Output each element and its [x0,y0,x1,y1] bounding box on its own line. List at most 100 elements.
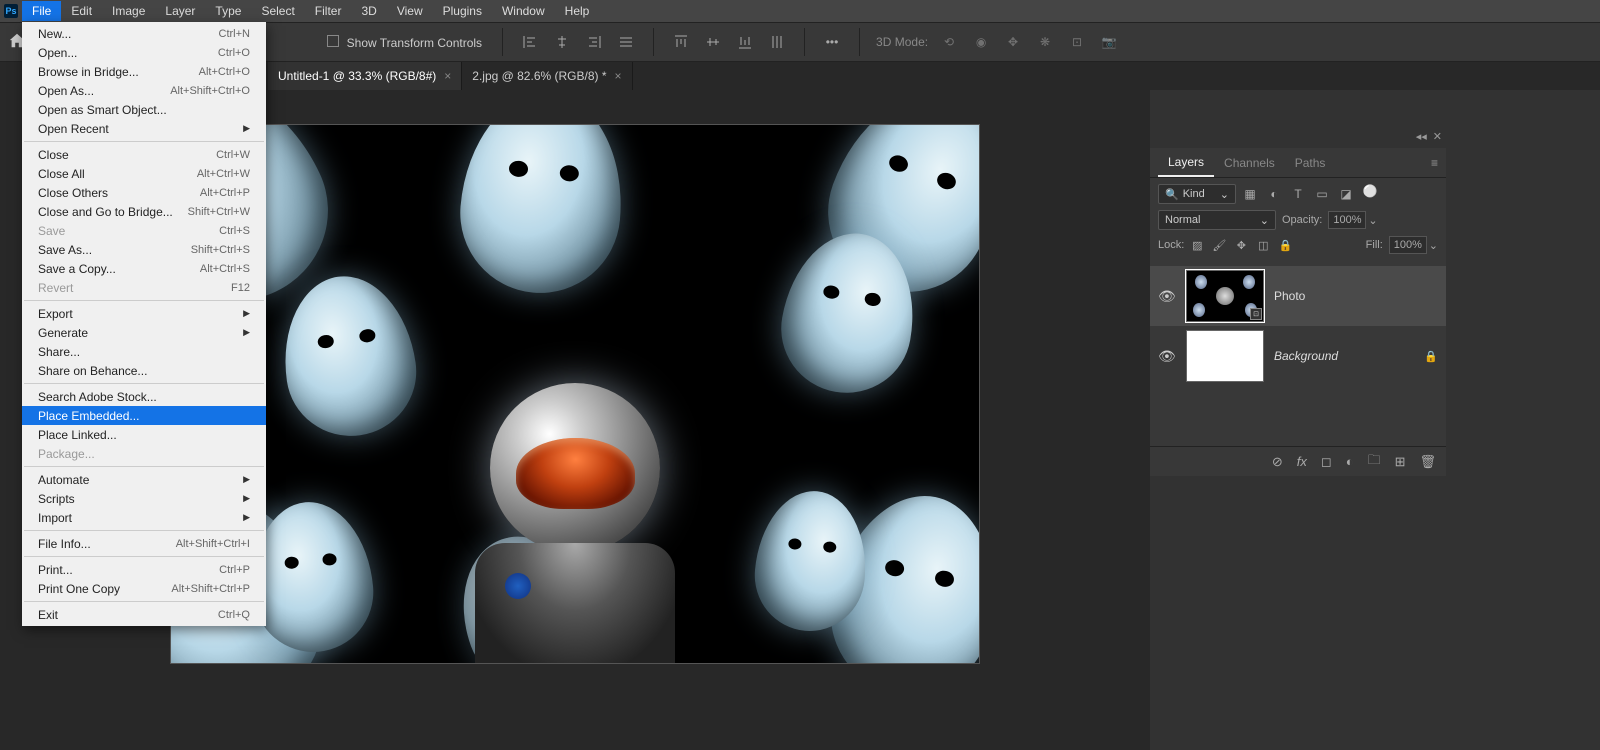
menu-item-close[interactable]: CloseCtrl+W [22,145,266,164]
menu-item-new[interactable]: New...Ctrl+N [22,24,266,43]
filter-type-icon[interactable]: T [1290,186,1306,202]
collapse-icon[interactable]: ◂◂ [1416,130,1427,143]
lock-pixels-icon[interactable]: 🖌 [1212,238,1226,252]
menu-select[interactable]: Select [251,1,304,21]
menu-item-place-linked[interactable]: Place Linked... [22,425,266,444]
layer-mask-icon[interactable]: ◻ [1321,454,1332,470]
menu-file[interactable]: File [22,1,61,21]
menu-item-place-embedded[interactable]: Place Embedded... [22,406,266,425]
layer-thumbnail[interactable]: ⊡ [1186,270,1264,322]
opacity-value[interactable]: 100% [1328,211,1366,229]
menu-item-close-all[interactable]: Close AllAlt+Ctrl+W [22,164,266,183]
menu-help[interactable]: Help [555,1,600,21]
menu-item-share[interactable]: Share... [22,342,266,361]
tab-channels[interactable]: Channels [1214,150,1285,176]
menu-image[interactable]: Image [102,1,155,21]
layer-group-icon[interactable]: 🗀 [1368,451,1381,473]
filter-pixel-icon[interactable]: ▦ [1242,186,1258,202]
shortcut: Ctrl+S [219,225,250,237]
distribute-v-icon[interactable] [766,31,788,53]
visibility-icon[interactable]: 👁 [1158,288,1176,305]
align-middle-icon[interactable] [702,31,724,53]
menu-item-close-others[interactable]: Close OthersAlt+Ctrl+P [22,183,266,202]
align-top-icon[interactable] [670,31,692,53]
lock-position-icon[interactable]: ✥ [1234,238,1248,252]
layer-row-background[interactable]: 👁 Background 🔒 [1150,326,1446,386]
filter-shape-icon[interactable]: ▭ [1314,186,1330,202]
layer-style-icon[interactable]: fx [1297,454,1307,469]
delete-layer-icon[interactable]: 🗑 [1419,454,1436,470]
lock-artboard-icon[interactable]: ◫ [1256,238,1270,252]
separator [804,28,805,56]
document-tab[interactable]: Untitled-1 @ 33.3% (RGB/8#)× [268,62,462,90]
tab-paths[interactable]: Paths [1285,150,1336,176]
adjustment-layer-icon[interactable]: ◐ [1346,454,1354,469]
menu-item-file-info[interactable]: File Info...Alt+Shift+Ctrl+I [22,534,266,553]
menu-item-open-as[interactable]: Open As...Alt+Shift+Ctrl+O [22,81,266,100]
menu-layer[interactable]: Layer [155,1,205,21]
link-layers-icon[interactable]: ⊘ [1272,454,1283,470]
menu-item-print[interactable]: Print...Ctrl+P [22,560,266,579]
layer-row-photo[interactable]: 👁 ⊡ Photo [1150,266,1446,326]
menu-plugins[interactable]: Plugins [433,1,492,21]
menu-item-export[interactable]: Export▶ [22,304,266,323]
menu-view[interactable]: View [387,1,433,21]
document-canvas[interactable] [170,124,980,664]
filter-smart-icon[interactable]: ◪ [1338,186,1354,202]
new-layer-icon[interactable]: ⊞ [1395,454,1406,470]
filter-adjustment-icon[interactable]: ◐ [1266,186,1282,202]
menu-window[interactable]: Window [492,1,555,21]
layer-thumbnail[interactable] [1186,330,1264,382]
menu-item-open-recent[interactable]: Open Recent▶ [22,119,266,138]
visibility-icon[interactable]: 👁 [1158,348,1176,365]
menu-item-print-one-copy[interactable]: Print One CopyAlt+Shift+Ctrl+P [22,579,266,598]
3d-slide-icon[interactable]: ❋ [1034,31,1056,53]
3d-zoom-icon[interactable]: ⊡ [1066,31,1088,53]
3d-roll-icon[interactable]: ◉ [970,31,992,53]
menu-item-open[interactable]: Open...Ctrl+O [22,43,266,62]
menu-item-search-adobe-stock[interactable]: Search Adobe Stock... [22,387,266,406]
chevron-down-icon[interactable]: ⌄ [1429,239,1438,252]
lock-transparency-icon[interactable]: ▨ [1190,238,1204,252]
3d-orbit-icon[interactable]: ⟲ [938,31,960,53]
menu-filter[interactable]: Filter [305,1,352,21]
menu-item-exit[interactable]: ExitCtrl+Q [22,605,266,624]
menu-item-close-and-go-to-bridge[interactable]: Close and Go to Bridge...Shift+Ctrl+W [22,202,266,221]
menu-item-share-on-behance[interactable]: Share on Behance... [22,361,266,380]
menu-item-import[interactable]: Import▶ [22,508,266,527]
menu-item-save-a-copy[interactable]: Save a Copy...Alt+Ctrl+S [22,259,266,278]
menu-item-save-as[interactable]: Save As...Shift+Ctrl+S [22,240,266,259]
layer-filter-kind[interactable]: 🔍 Kind ⌄ [1158,184,1236,204]
align-left-icon[interactable] [519,31,541,53]
close-tab-icon[interactable]: × [615,69,622,83]
panel-menu-icon[interactable]: ≡ [1431,156,1438,170]
lock-icon[interactable]: 🔒 [1424,350,1438,363]
layer-name[interactable]: Background [1274,349,1414,363]
align-bottom-icon[interactable] [734,31,756,53]
distribute-icon[interactable] [615,31,637,53]
layer-name[interactable]: Photo [1274,289,1438,303]
show-transform-checkbox[interactable] [327,35,339,47]
menu-item-browse-in-bridge[interactable]: Browse in Bridge...Alt+Ctrl+O [22,62,266,81]
menu-3d[interactable]: 3D [351,1,386,21]
blend-mode-select[interactable]: Normal ⌄ [1158,210,1276,230]
3d-pan-icon[interactable]: ✥ [1002,31,1024,53]
document-tab[interactable]: 2.jpg @ 82.6% (RGB/8) *× [462,62,632,90]
lock-all-icon[interactable]: 🔒 [1278,238,1292,252]
menu-item-generate[interactable]: Generate▶ [22,323,266,342]
close-panel-icon[interactable]: ✕ [1433,130,1442,143]
align-center-h-icon[interactable] [551,31,573,53]
tab-layers[interactable]: Layers [1158,149,1214,177]
menu-edit[interactable]: Edit [61,1,102,21]
menu-item-scripts[interactable]: Scripts▶ [22,489,266,508]
filter-toggle-icon[interactable]: ⚪ [1362,183,1378,199]
chevron-down-icon[interactable]: ⌄ [1368,214,1377,227]
3d-camera-icon[interactable]: 📷 [1098,31,1120,53]
fill-value[interactable]: 100% [1389,236,1427,254]
align-right-icon[interactable] [583,31,605,53]
close-tab-icon[interactable]: × [444,69,451,83]
menu-type[interactable]: Type [205,1,251,21]
menu-item-open-as-smart-object[interactable]: Open as Smart Object... [22,100,266,119]
more-options-icon[interactable]: ••• [821,31,843,53]
menu-item-automate[interactable]: Automate▶ [22,470,266,489]
